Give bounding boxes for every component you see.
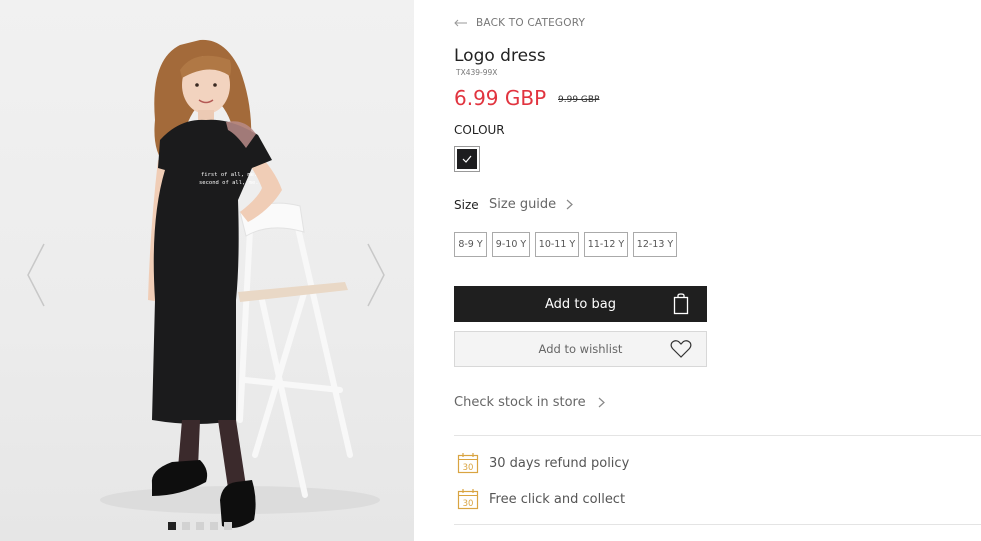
gallery-pagination: [168, 522, 232, 532]
divider: [454, 435, 981, 436]
check-stock-label: Check stock in store: [454, 395, 586, 410]
check-icon: [462, 155, 472, 163]
gallery-prev-button[interactable]: [22, 240, 50, 310]
gallery-next-button[interactable]: [362, 240, 390, 310]
old-price: 9.99 GBP: [558, 95, 600, 105]
back-to-category-link[interactable]: BACK TO CATEGORY: [454, 15, 585, 31]
feature-refund-policy: 30 30 days refund policy: [457, 452, 629, 474]
gallery-dot[interactable]: [224, 522, 232, 530]
size-option[interactable]: 12-13 Y: [633, 232, 677, 257]
heart-icon: [670, 340, 692, 358]
feature-label: 30 days refund policy: [489, 455, 630, 471]
product-details: BACK TO CATEGORY Logo dress TX439-99X 6.…: [454, 0, 981, 541]
gallery-dot[interactable]: [196, 522, 204, 530]
add-to-bag-button[interactable]: Add to bag: [454, 286, 707, 322]
add-to-wishlist-label: Add to wishlist: [538, 342, 623, 356]
gallery-dot[interactable]: [168, 522, 176, 530]
chevron-right-icon: [598, 397, 605, 408]
add-to-bag-label: Add to bag: [545, 296, 616, 312]
shopping-bag-icon: [673, 293, 689, 315]
gallery-dot[interactable]: [182, 522, 190, 530]
divider: [454, 524, 981, 525]
check-stock-link[interactable]: Check stock in store: [454, 395, 605, 410]
colour-swatch-black[interactable]: [454, 146, 480, 172]
current-price: 6.99 GBP: [454, 86, 547, 110]
arrow-left-icon: [454, 19, 467, 27]
size-option[interactable]: 10-11 Y: [535, 232, 579, 257]
colour-label: COLOUR: [454, 123, 505, 137]
calendar-30-text: 30: [463, 499, 474, 509]
gallery-dot[interactable]: [210, 522, 218, 530]
product-title: Logo dress: [454, 46, 546, 66]
size-options: 8-9 Y 9-10 Y 10-11 Y 11-12 Y 12-13 Y: [454, 232, 677, 257]
size-option[interactable]: 8-9 Y: [454, 232, 487, 257]
dress-print-line-1: first of all, me.: [201, 172, 257, 178]
chevron-right-icon: [566, 199, 574, 210]
size-guide-label: Size guide: [489, 197, 557, 212]
calendar-30-icon: 30: [457, 489, 479, 510]
feature-label: Free click and collect: [489, 491, 626, 507]
product-photo: first of all, me. second of all, me.: [100, 39, 380, 528]
back-to-category-label: BACK TO CATEGORY: [476, 17, 586, 29]
dress-print-line-2: second of all, me.: [199, 180, 259, 186]
calendar-30-icon: 30: [457, 453, 479, 474]
size-label: Size: [454, 198, 479, 212]
add-to-wishlist-button[interactable]: Add to wishlist: [454, 331, 707, 367]
calendar-30-text: 30: [463, 463, 474, 473]
size-option[interactable]: 9-10 Y: [492, 232, 530, 257]
size-guide-link[interactable]: Size guide: [489, 197, 574, 212]
chevron-left-icon: [27, 243, 45, 307]
product-image-gallery: first of all, me. second of all, me.: [0, 0, 414, 541]
chevron-right-icon: [367, 243, 385, 307]
size-option[interactable]: 11-12 Y: [584, 232, 628, 257]
feature-click-collect: 30 Free click and collect: [457, 488, 625, 510]
product-sku: TX439-99X: [456, 68, 498, 77]
